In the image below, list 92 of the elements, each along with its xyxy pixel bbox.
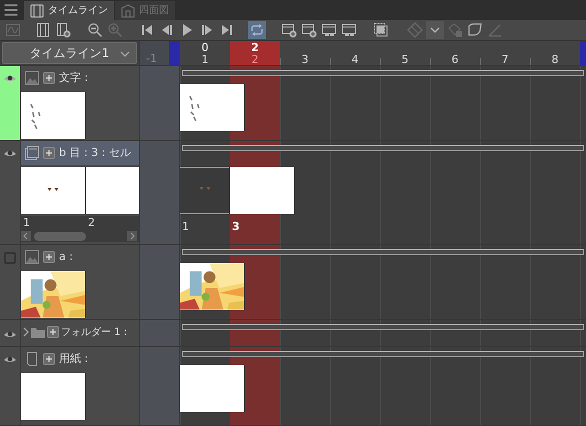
frame-link-icon [321,22,337,38]
thumbnail [86,167,139,214]
cel-number: 2 [251,41,259,54]
add-icon[interactable] [47,326,59,338]
add-icon[interactable] [43,72,55,84]
frame-link-icon [341,22,357,38]
onion-skin-button[interactable] [372,21,390,39]
add-frame-button[interactable] [280,21,298,39]
film-strip-icon [35,22,51,38]
visibility-checkbox[interactable] [4,252,16,264]
frame-label: -1 [146,53,157,65]
scrollbar-thumb[interactable] [34,232,86,240]
layer-name: フォルダー 1 : [61,326,128,340]
cel-label: 1 [182,220,189,233]
layer-header[interactable]: 文字 : [21,66,139,90]
frame-cell[interactable]: 0 1 [180,41,230,65]
cel-number: 0 [202,41,208,54]
frame-number: 4 [352,53,358,65]
skip-forward-icon [219,22,235,38]
layer-header[interactable]: フォルダー 1 : [21,320,139,344]
layer-name: 文字 : [59,70,88,86]
transform-icon [407,22,423,38]
link-frame-button[interactable] [320,21,338,39]
image-icon [25,71,39,85]
skip-back-icon [139,22,155,38]
layer-row[interactable]: 用紙 : [0,347,140,425]
eye-icon[interactable] [3,354,17,364]
eye-icon[interactable] [3,329,17,339]
frame-number: 8 [552,53,558,65]
layer-row[interactable]: b 目 : 3 : セル 1 2 [0,141,140,244]
layer-row[interactable]: 文字 : [0,66,140,140]
layer-name: a : [59,248,73,265]
frame-cell[interactable]: 2 2 [230,41,280,65]
thumbnail [21,167,86,214]
eye-icon[interactable] [3,73,17,83]
add-icon[interactable] [43,251,55,263]
thumbnail [180,263,245,310]
menu-button[interactable] [2,1,20,19]
onion-skin-icon [373,22,389,38]
trash-icon [447,22,463,38]
house-icon [121,4,135,18]
eye-icon[interactable] [3,148,17,158]
cel-label: 2 [88,216,95,229]
dropdown-button[interactable] [426,21,444,39]
loop-icon [249,22,265,38]
thumbnail [180,167,230,214]
cel-label: 3 [232,220,240,233]
loop-button[interactable] [248,21,266,39]
frame-number: 5 [402,53,408,65]
graph-icon [5,22,21,38]
thumbnail [180,365,245,412]
cel-view-button[interactable] [34,21,52,39]
add-cel-button[interactable] [54,21,72,39]
frame-number: 1 [202,53,208,65]
frame-number: 2 [252,53,258,65]
cel-label: 1 [23,216,30,229]
link-frame-button[interactable] [340,21,358,39]
pencil-icon [487,22,503,38]
frame-number: 3 [302,53,308,65]
page-icon [467,22,483,38]
zoom-out-button[interactable] [86,21,104,39]
add-icon[interactable] [43,353,55,365]
layer-header[interactable]: a : [21,245,139,269]
folder-icon [31,325,45,339]
thumbnail [180,84,245,131]
layer-name: 用紙 : [59,350,88,367]
layer-name: b 目 : 3 : セル [59,144,131,161]
start-marker[interactable] [169,41,179,66]
timeline-dropdown[interactable]: タイムライン1 [2,42,137,64]
film-icon [30,4,44,18]
layer-row[interactable]: フォルダー 1 : [0,320,140,346]
image-icon [25,250,39,264]
zoom-in-icon [107,22,123,38]
scroll-right-button[interactable] [127,231,137,241]
caret-icon [120,49,130,59]
thumbnail [230,167,295,214]
frame-number: 6 [452,53,458,65]
cels-icon [25,146,39,160]
zoom-out-icon [87,22,103,38]
layer-header[interactable]: b 目 : 3 : セル [21,141,139,165]
menu-icon [3,2,19,18]
expand-icon[interactable] [23,327,29,337]
frame-number: 7 [502,53,508,65]
page-icon [25,352,39,366]
panel-tab[interactable]: タイムライン [24,1,114,20]
add-icon[interactable] [43,147,55,159]
layer-header[interactable]: 用紙 : [21,347,139,371]
thumbnail [21,373,86,420]
scroll-left-button[interactable] [21,231,31,241]
layer-row[interactable]: a : [0,245,140,319]
add-frame-button[interactable] [300,21,318,39]
end-marker[interactable] [580,41,586,65]
